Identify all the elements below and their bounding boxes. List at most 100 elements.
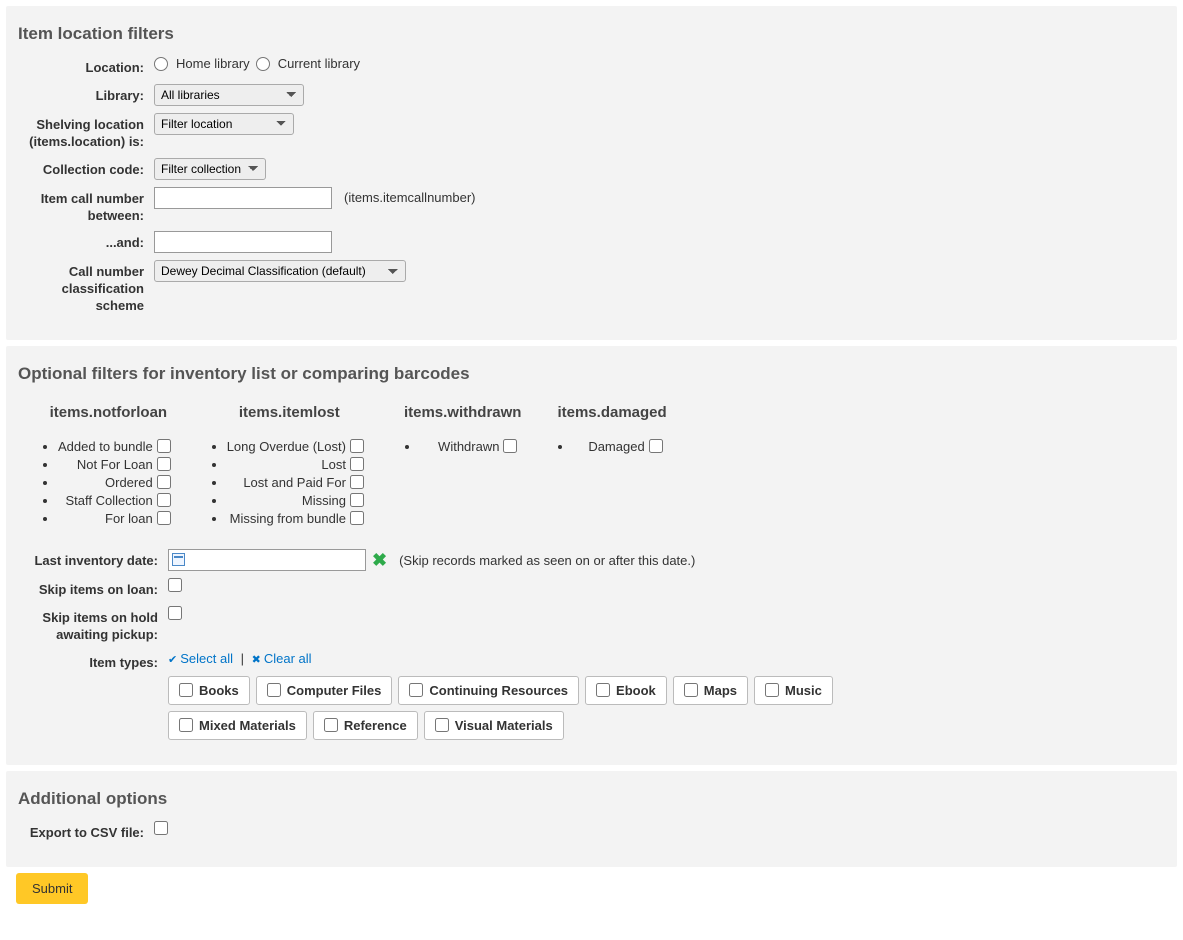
status-option: Withdrawn xyxy=(420,439,522,454)
library-row: Library: All libraries xyxy=(18,84,1165,106)
callnum-from-row: Item call number between: (items.itemcal… xyxy=(18,187,1165,225)
collection-select[interactable]: Filter collection xyxy=(154,158,266,180)
status-option: Ordered xyxy=(58,475,175,490)
status-option-label: Missing from bundle xyxy=(230,511,346,526)
itemtype-tag[interactable]: Computer Files xyxy=(256,676,393,705)
scheme-select[interactable]: Dewey Decimal Classification (default) xyxy=(154,260,406,282)
skip-loan-checkbox[interactable] xyxy=(168,578,182,592)
status-option-label: Not For Loan xyxy=(77,457,153,472)
status-option: Damaged xyxy=(573,439,666,454)
status-option-checkbox[interactable] xyxy=(350,475,364,489)
lastinv-row: Last inventory date: ✖ (Skip records mar… xyxy=(18,549,1165,571)
separator: | xyxy=(241,651,244,666)
clear-all-link[interactable]: Clear all xyxy=(252,651,312,666)
status-option-checkbox[interactable] xyxy=(350,493,364,507)
skip-hold-label: Skip items on hold awaiting pickup: xyxy=(18,606,168,644)
home-library-radio[interactable] xyxy=(154,57,168,71)
itemtype-tag[interactable]: Visual Materials xyxy=(424,711,564,740)
optional-filters: Optional filters for inventory list or c… xyxy=(6,346,1177,765)
library-select[interactable]: All libraries xyxy=(154,84,304,106)
status-option: Long Overdue (Lost) xyxy=(227,439,368,454)
itemtype-label: Music xyxy=(785,683,822,698)
status-option-label: Added to bundle xyxy=(58,439,153,454)
shelving-label: Shelving location (items.location) is: xyxy=(18,113,154,151)
section-legend: Additional options xyxy=(18,781,1165,821)
status-option: Missing xyxy=(227,493,368,508)
lastinv-label: Last inventory date: xyxy=(18,549,168,570)
status-option-label: Damaged xyxy=(588,439,644,454)
export-label: Export to CSV file: xyxy=(18,821,154,842)
status-option: Not For Loan xyxy=(58,457,175,472)
itemtype-checkbox[interactable] xyxy=(179,683,193,697)
location-label: Location: xyxy=(18,56,154,77)
damaged-list: Damaged xyxy=(557,439,666,454)
callnum-from-input[interactable] xyxy=(154,187,332,209)
itemtype-checkbox[interactable] xyxy=(435,718,449,732)
clear-date-icon[interactable]: ✖ xyxy=(372,551,387,569)
itemtype-checkbox[interactable] xyxy=(324,718,338,732)
notforloan-heading: items.notforloan xyxy=(42,404,175,421)
itemtype-label: Ebook xyxy=(616,683,656,698)
status-option-checkbox[interactable] xyxy=(157,439,171,453)
itemtype-checkbox[interactable] xyxy=(684,683,698,697)
itemtype-label: Computer Files xyxy=(287,683,382,698)
status-option-label: Withdrawn xyxy=(438,439,499,454)
itemtype-tag[interactable]: Mixed Materials xyxy=(168,711,307,740)
damaged-col: items.damaged Damaged xyxy=(557,396,666,529)
damaged-heading: items.damaged xyxy=(557,404,666,421)
status-option-label: Missing xyxy=(302,493,346,508)
shelving-select[interactable]: Filter location xyxy=(154,113,294,135)
select-all-link[interactable]: Select all xyxy=(168,651,233,666)
itemtype-checkbox[interactable] xyxy=(179,718,193,732)
itemtype-tag[interactable]: Books xyxy=(168,676,250,705)
itemtype-checkbox[interactable] xyxy=(409,683,423,697)
itemtype-tag[interactable]: Ebook xyxy=(585,676,667,705)
itemtype-tag[interactable]: Continuing Resources xyxy=(398,676,579,705)
submit-button[interactable]: Submit xyxy=(16,873,88,904)
current-library-radio-label: Current library xyxy=(274,56,360,71)
status-option-checkbox[interactable] xyxy=(503,439,517,453)
x-icon xyxy=(252,651,264,666)
current-library-radio[interactable] xyxy=(256,57,270,71)
itemtype-label: Maps xyxy=(704,683,737,698)
itemtype-tag[interactable]: Music xyxy=(754,676,833,705)
status-option-checkbox[interactable] xyxy=(157,493,171,507)
status-option-checkbox[interactable] xyxy=(350,439,364,453)
callnum-to-input[interactable] xyxy=(154,231,332,253)
itemtype-tag[interactable]: Maps xyxy=(673,676,748,705)
export-csv-checkbox[interactable] xyxy=(154,821,168,835)
calendar-icon xyxy=(172,553,185,566)
itemtype-tag[interactable]: Reference xyxy=(313,711,418,740)
check-icon xyxy=(168,651,180,666)
itemtype-tags: Books Computer Files Continuing Resources E… xyxy=(168,676,868,740)
itemlost-heading: items.itemlost xyxy=(211,404,368,421)
status-option-label: For loan xyxy=(105,511,153,526)
callnum-to-row: ...and: xyxy=(18,231,1165,253)
status-option-checkbox[interactable] xyxy=(157,511,171,525)
status-option-checkbox[interactable] xyxy=(350,511,364,525)
skip-loan-label: Skip items on loan: xyxy=(18,578,168,599)
status-option: Lost xyxy=(227,457,368,472)
itemtype-checkbox[interactable] xyxy=(596,683,610,697)
additional-options: Additional options Export to CSV file: xyxy=(6,771,1177,867)
itemtype-label: Mixed Materials xyxy=(199,718,296,733)
notforloan-col: items.notforloan Added to bundle Not For … xyxy=(42,396,175,529)
status-option: For loan xyxy=(58,511,175,526)
status-option: Lost and Paid For xyxy=(227,475,368,490)
status-option-checkbox[interactable] xyxy=(157,457,171,471)
itemtype-checkbox[interactable] xyxy=(267,683,281,697)
status-option-checkbox[interactable] xyxy=(157,475,171,489)
scheme-row: Call number classification scheme Dewey … xyxy=(18,260,1165,315)
export-row: Export to CSV file: xyxy=(18,821,1165,842)
status-option-label: Staff Collection xyxy=(66,493,153,508)
status-option-checkbox[interactable] xyxy=(350,457,364,471)
lastinv-date-wrapper xyxy=(168,549,366,571)
itemtype-checkbox[interactable] xyxy=(765,683,779,697)
status-option-checkbox[interactable] xyxy=(649,439,663,453)
withdrawn-list: Withdrawn xyxy=(404,439,522,454)
itemtype-label: Visual Materials xyxy=(455,718,553,733)
skip-hold-row: Skip items on hold awaiting pickup: xyxy=(18,606,1165,644)
skip-hold-checkbox[interactable] xyxy=(168,606,182,620)
lastinv-date-input[interactable] xyxy=(168,549,366,571)
shelving-row: Shelving location (items.location) is: F… xyxy=(18,113,1165,151)
